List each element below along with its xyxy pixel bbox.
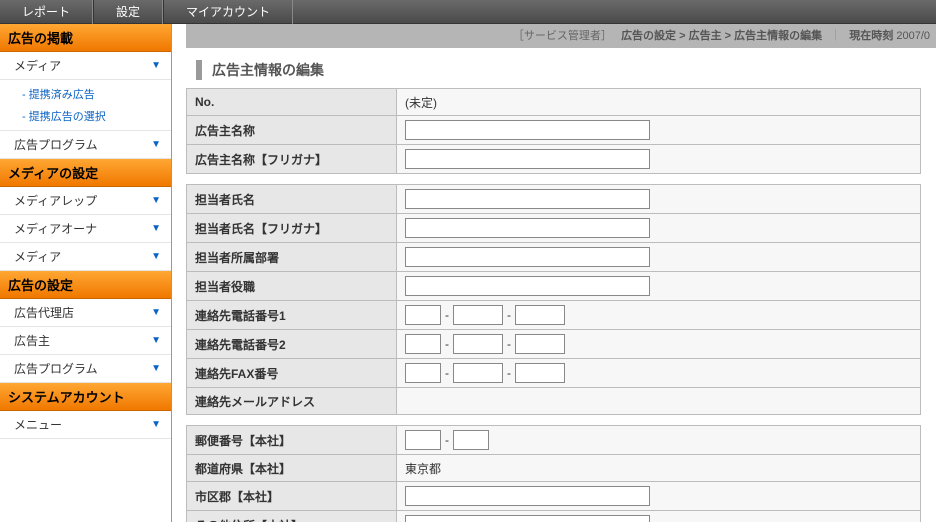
sidebar-item-label: メディア [14, 57, 61, 74]
sidebar-item-ad-program[interactable]: 広告プログラム ▼ [0, 131, 171, 159]
crumb-ad-settings[interactable]: 広告の設定 [621, 30, 676, 42]
value-prefecture: 東京都 [397, 455, 921, 482]
label-phone2: 連絡先電話番号2 [187, 330, 397, 359]
label-department: 担当者所属部署 [187, 243, 397, 272]
label-fax: 連絡先FAX番号 [187, 359, 397, 388]
chevron-down-icon: ▼ [151, 335, 161, 346]
input-phone1-c[interactable] [515, 305, 565, 325]
label-person-name-kana: 担当者氏名【フリガナ】 [187, 214, 397, 243]
label-no: No. [187, 89, 397, 116]
phone-sep: - [507, 366, 511, 380]
phone-sep: - [445, 308, 449, 322]
main: ［サービス管理者］ 広告の設定 > 広告主 > 広告主情報の編集 ｜ 現在時刻 … [172, 24, 936, 522]
label-postal: 郵便番号【本社】 [187, 426, 397, 455]
input-fax-a[interactable] [405, 363, 441, 383]
sidebar-item-ad-agency[interactable]: 広告代理店 ▼ [0, 299, 171, 327]
input-position[interactable] [405, 276, 650, 296]
sidebar-sub-partnered-ads[interactable]: - 提携済み広告 [0, 83, 171, 105]
value-no: (未定) [397, 89, 921, 116]
form-table-basic: No. (未定) 広告主名称 広告主名称【フリガナ】 [186, 88, 921, 174]
sidebar-item-label: メディア [14, 248, 61, 265]
sidebar-item-media[interactable]: メディア ▼ [0, 52, 171, 80]
phone-sep: - [507, 308, 511, 322]
input-fax-c[interactable] [515, 363, 565, 383]
label-phone1: 連絡先電話番号1 [187, 301, 397, 330]
sidebar-sub-wrap: - 提携済み広告 - 提携広告の選択 [0, 80, 171, 131]
sidebar-item-ad-program2[interactable]: 広告プログラム ▼ [0, 355, 171, 383]
sidebar-item-label: メニュー [14, 416, 62, 433]
label-other-addr: その他住所【本社】 [187, 511, 397, 522]
breadcrumb: ［サービス管理者］ 広告の設定 > 広告主 > 広告主情報の編集 ｜ 現在時刻 … [186, 24, 936, 48]
phone-sep: - [445, 366, 449, 380]
chevron-down-icon: ▼ [151, 139, 161, 150]
topnav-report[interactable]: レポート [0, 0, 93, 24]
form-table-address: 郵便番号【本社】 - 都道府県【本社】 東京都 市区郡【本社】 その他住所【本社… [186, 425, 921, 522]
sidebar-item-label: 広告主 [14, 332, 50, 349]
sidebar-header-ad-settings: 広告の設定 [0, 271, 171, 299]
input-phone2-b[interactable] [453, 334, 503, 354]
sidebar-header-media-settings: メディアの設定 [0, 159, 171, 187]
crumb-advertiser[interactable]: 広告主 [689, 30, 722, 42]
input-phone2-a[interactable] [405, 334, 441, 354]
input-person-name-kana[interactable] [405, 218, 650, 238]
sidebar-item-label: メディアレップ [14, 192, 97, 209]
chevron-down-icon: ▼ [151, 363, 161, 374]
sidebar-item-media2[interactable]: メディア ▼ [0, 243, 171, 271]
label-prefecture: 都道府県【本社】 [187, 455, 397, 482]
input-fax-b[interactable] [453, 363, 503, 383]
service-label: ［サービス管理者］ [513, 30, 612, 42]
input-phone2-c[interactable] [515, 334, 565, 354]
topnav-myaccount[interactable]: マイアカウント [163, 0, 293, 24]
form-table-contact: 担当者氏名 担当者氏名【フリガナ】 担当者所属部署 担当者役職 連絡先電話番号1 [186, 184, 921, 415]
sidebar-header-ad-posting: 広告の掲載 [0, 24, 171, 52]
label-person-name: 担当者氏名 [187, 185, 397, 214]
input-department[interactable] [405, 247, 650, 267]
input-city[interactable] [405, 486, 650, 506]
sidebar: 広告の掲載 メディア ▼ - 提携済み広告 - 提携広告の選択 広告プログラム … [0, 24, 172, 522]
sidebar-item-label: メディアオーナ [14, 220, 97, 237]
sidebar-sub-select-partner-ads[interactable]: - 提携広告の選択 [0, 105, 171, 127]
time-label: 現在時刻 [849, 30, 893, 42]
chevron-down-icon: ▼ [151, 223, 161, 234]
label-advertiser-name-kana: 広告主名称【フリガナ】 [187, 145, 397, 174]
crumb-divider: ｜ [830, 30, 841, 42]
chevron-down-icon: ▼ [151, 195, 161, 206]
input-postal-a[interactable] [405, 430, 441, 450]
input-phone1-b[interactable] [453, 305, 503, 325]
postal-sep: - [445, 433, 449, 447]
chevron-down-icon: ▼ [151, 419, 161, 430]
chevron-down-icon: ▼ [151, 60, 161, 71]
form-area: No. (未定) 広告主名称 広告主名称【フリガナ】 担当者氏名 [186, 88, 936, 522]
page-title: 広告主情報の編集 [196, 60, 936, 80]
input-postal-b[interactable] [453, 430, 489, 450]
label-email: 連絡先メールアドレス [187, 388, 397, 415]
input-person-name[interactable] [405, 189, 650, 209]
crumb-edit: 広告主情報の編集 [734, 30, 822, 42]
sidebar-item-advertiser[interactable]: 広告主 ▼ [0, 327, 171, 355]
time-value: 2007/0 [896, 30, 930, 42]
crumb-sep: > [679, 30, 688, 42]
label-city: 市区郡【本社】 [187, 482, 397, 511]
phone-sep: - [445, 337, 449, 351]
topnav-settings[interactable]: 設定 [93, 0, 163, 24]
input-advertiser-name[interactable] [405, 120, 650, 140]
crumb-sep: > [725, 30, 734, 42]
top-nav: レポート 設定 マイアカウント [0, 0, 936, 24]
chevron-down-icon: ▼ [151, 307, 161, 318]
sidebar-item-media-owner[interactable]: メディアオーナ ▼ [0, 215, 171, 243]
label-position: 担当者役職 [187, 272, 397, 301]
phone-sep: - [507, 337, 511, 351]
chevron-down-icon: ▼ [151, 251, 161, 262]
sidebar-item-label: 広告プログラム [14, 360, 98, 377]
sidebar-item-media-rep[interactable]: メディアレップ ▼ [0, 187, 171, 215]
input-phone1-a[interactable] [405, 305, 441, 325]
label-advertiser-name: 広告主名称 [187, 116, 397, 145]
input-other-addr[interactable] [405, 515, 650, 522]
input-advertiser-name-kana[interactable] [405, 149, 650, 169]
sidebar-item-label: 広告プログラム [14, 136, 98, 153]
sidebar-item-menu[interactable]: メニュー ▼ [0, 411, 171, 439]
sidebar-item-label: 広告代理店 [14, 304, 74, 321]
sidebar-header-system-account: システムアカウント [0, 383, 171, 411]
